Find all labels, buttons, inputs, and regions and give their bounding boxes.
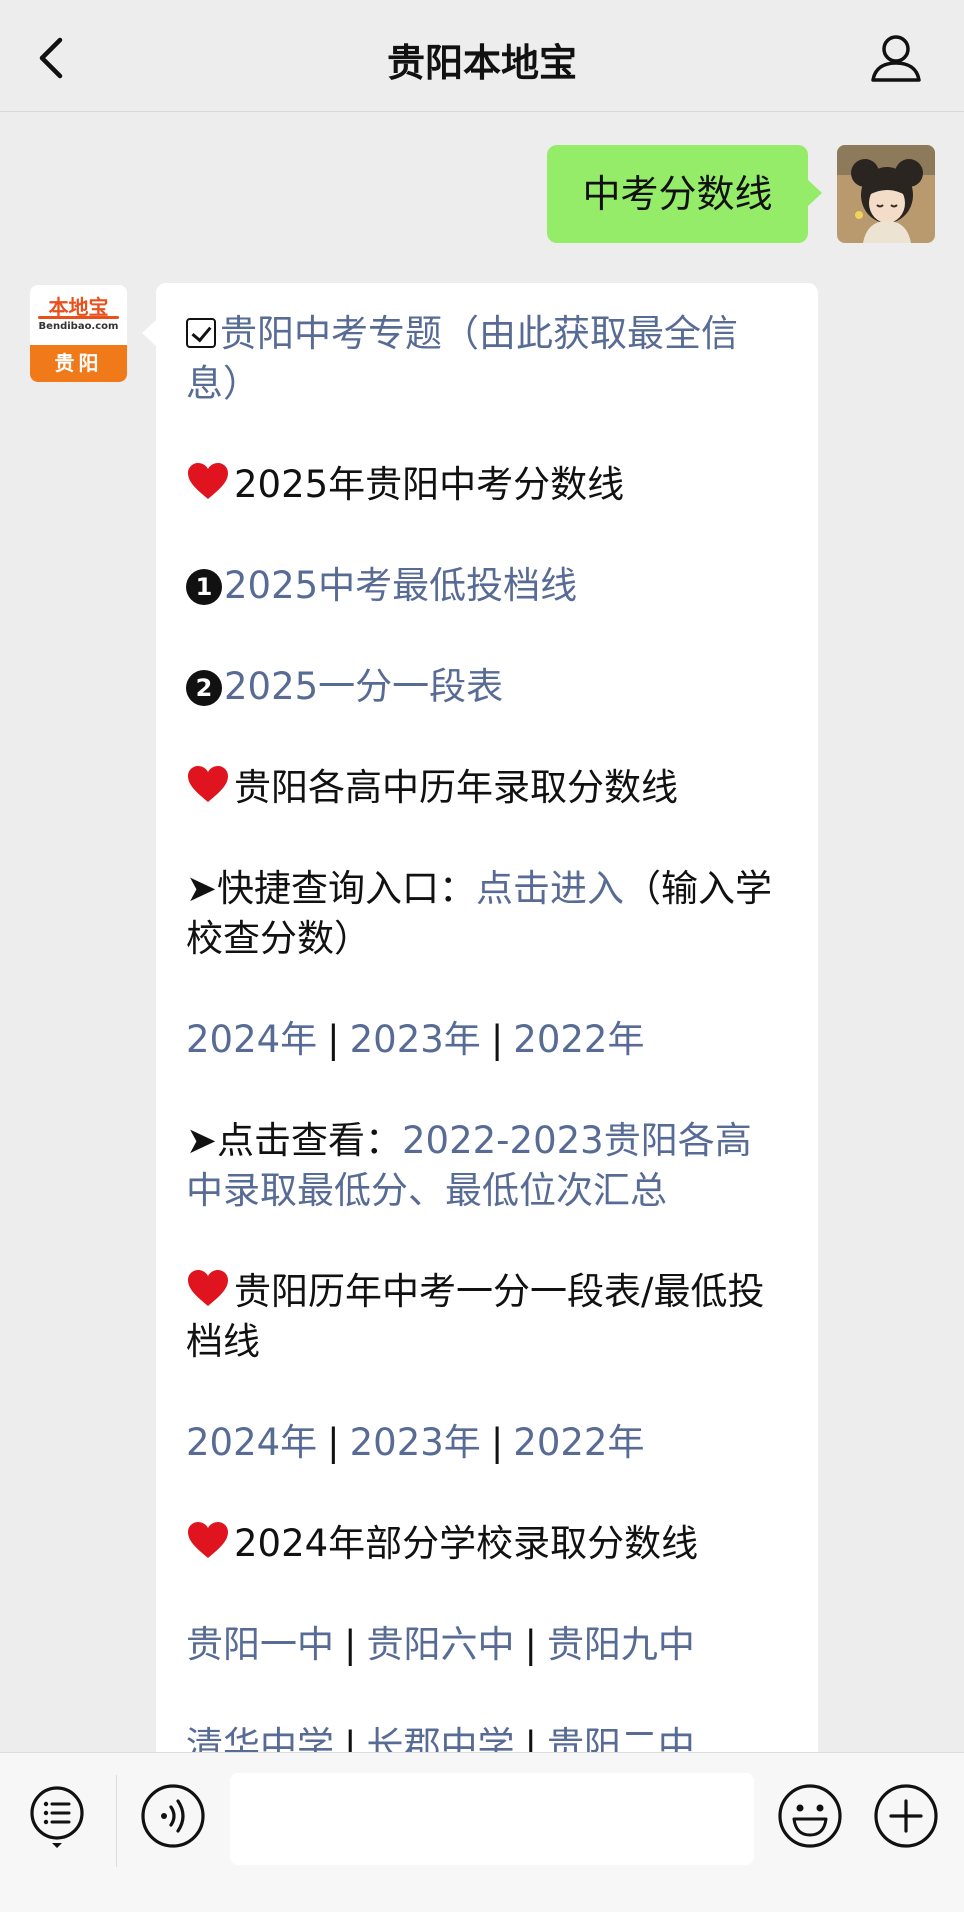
year-link[interactable]: 2024年 [186,1018,317,1061]
item-1: 1 2025中考最低投档线 [186,561,788,611]
user-message-text: 中考分数线 [582,172,773,216]
toolbar-divider [116,1775,117,1867]
checkbox-icon [186,318,216,348]
separator: | [490,1421,504,1464]
year-link[interactable]: 2022年 [513,1018,644,1061]
lowest-admission-line-link[interactable]: 2025中考最低投档线 [224,564,577,607]
voice-input-button[interactable] [140,1783,206,1849]
logo-city: 贵阳 [30,345,127,382]
score-ranking-table-link[interactable]: 2025一分一段表 [224,665,503,708]
separator: | [327,1421,340,1464]
view-prefix: ➤点击查看： [186,1119,403,1162]
chat-title: 贵阳本地宝 [386,41,577,85]
year-link[interactable]: 2023年 [350,1421,481,1464]
school-link[interactable]: 贵阳九中 [547,1623,695,1666]
topic-link[interactable]: 贵阳中考专题（由此获取最全信息） [186,312,738,405]
more-actions-button[interactable] [873,1783,939,1849]
school-link[interactable]: 贵阳一中 [186,1623,334,1666]
quick-query-prefix: ➤快捷查询入口： [186,867,477,910]
person-icon [871,35,921,82]
voice-icon [141,1784,205,1848]
logo-domain: Bendibao.com [38,321,119,332]
section-2024-schools-title: 2024年部分学校录取分数线 [186,1519,788,1569]
red-heart-icon [188,463,228,499]
menu-list-icon [30,1786,84,1848]
school-link[interactable]: 长郡中学 [366,1724,514,1752]
red-heart-icon [188,766,228,802]
top-navigation-bar: 贵阳本地宝 [0,0,964,112]
section-history-title: 贵阳各高中历年录取分数线 [186,763,788,813]
logo-stripe [38,316,119,319]
topic-paragraph: 贵阳中考专题（由此获取最全信息） [186,309,788,409]
year-link[interactable]: 2022年 [513,1421,644,1464]
years-row-a: 2024年 | 2023年 | 2022年 [186,1015,788,1065]
user-avatar[interactable] [837,145,935,243]
official-account-avatar[interactable]: 本地宝 Bendibao.com 贵阳 [30,285,127,382]
schools-row-2: 清华中学 | 长郡中学 | 贵阳二中 [186,1721,788,1752]
message-input[interactable] [230,1773,754,1865]
user-message-bubble[interactable]: 中考分数线 [547,145,822,243]
separator: | [344,1623,357,1666]
smiley-icon [778,1784,842,1848]
school-link[interactable]: 清华中学 [186,1724,334,1752]
user-avatar-image [837,145,935,243]
schools-row-1: 贵阳一中 | 贵阳六中 | 贵阳九中 [186,1620,788,1670]
red-heart-icon [188,1270,228,1306]
year-link[interactable]: 2023年 [350,1018,481,1061]
service-menu-button[interactable] [28,1785,86,1849]
quick-query-paragraph: ➤快捷查询入口：点击进入（输入学校查分数） [186,864,788,964]
chat-history[interactable]: 中考分数线 本地宝 Bendibao.com 贵阳 贵阳中考专题（由此获取最全信… [0,112,964,1752]
input-toolbar [0,1752,964,1912]
section-title-text: 贵阳各高中历年录取分数线 [234,766,678,809]
section-title-text: 贵阳历年中考一分一段表/最低投档线 [186,1270,765,1363]
number-1-icon: 1 [186,569,222,605]
number-2-icon: 2 [186,670,222,706]
red-heart-icon [188,1522,228,1558]
profile-button[interactable] [868,30,924,86]
section-title-text: 2025年贵阳中考分数线 [234,463,625,506]
item-2: 2 2025一分一段表 [186,662,788,712]
year-link[interactable]: 2024年 [186,1421,317,1464]
bot-message-bubble[interactable]: 贵阳中考专题（由此获取最全信息） 2025年贵阳中考分数线 1 2025中考最低投… [142,283,818,1752]
separator: | [344,1724,357,1752]
emoji-button[interactable] [777,1783,843,1849]
separator: | [490,1018,504,1061]
section-yearly-title: 贵阳历年中考一分一段表/最低投档线 [186,1267,788,1367]
separator: | [524,1623,537,1666]
section-title-text: 2024年部分学校录取分数线 [234,1522,699,1565]
view-summary-paragraph: ➤点击查看：2022-2023贵阳各高中录取最低分、最低位次汇总 [186,1116,788,1216]
quick-query-link[interactable]: 点击进入 [476,867,624,910]
logo-top: 本地宝 Bendibao.com [30,285,127,345]
plus-circle-icon [874,1784,938,1848]
separator: | [524,1724,537,1752]
years-row-b: 2024年 | 2023年 | 2022年 [186,1418,788,1468]
school-link[interactable]: 贵阳二中 [547,1724,695,1752]
separator: | [327,1018,340,1061]
school-link[interactable]: 贵阳六中 [366,1623,514,1666]
section-2025-title: 2025年贵阳中考分数线 [186,460,788,510]
